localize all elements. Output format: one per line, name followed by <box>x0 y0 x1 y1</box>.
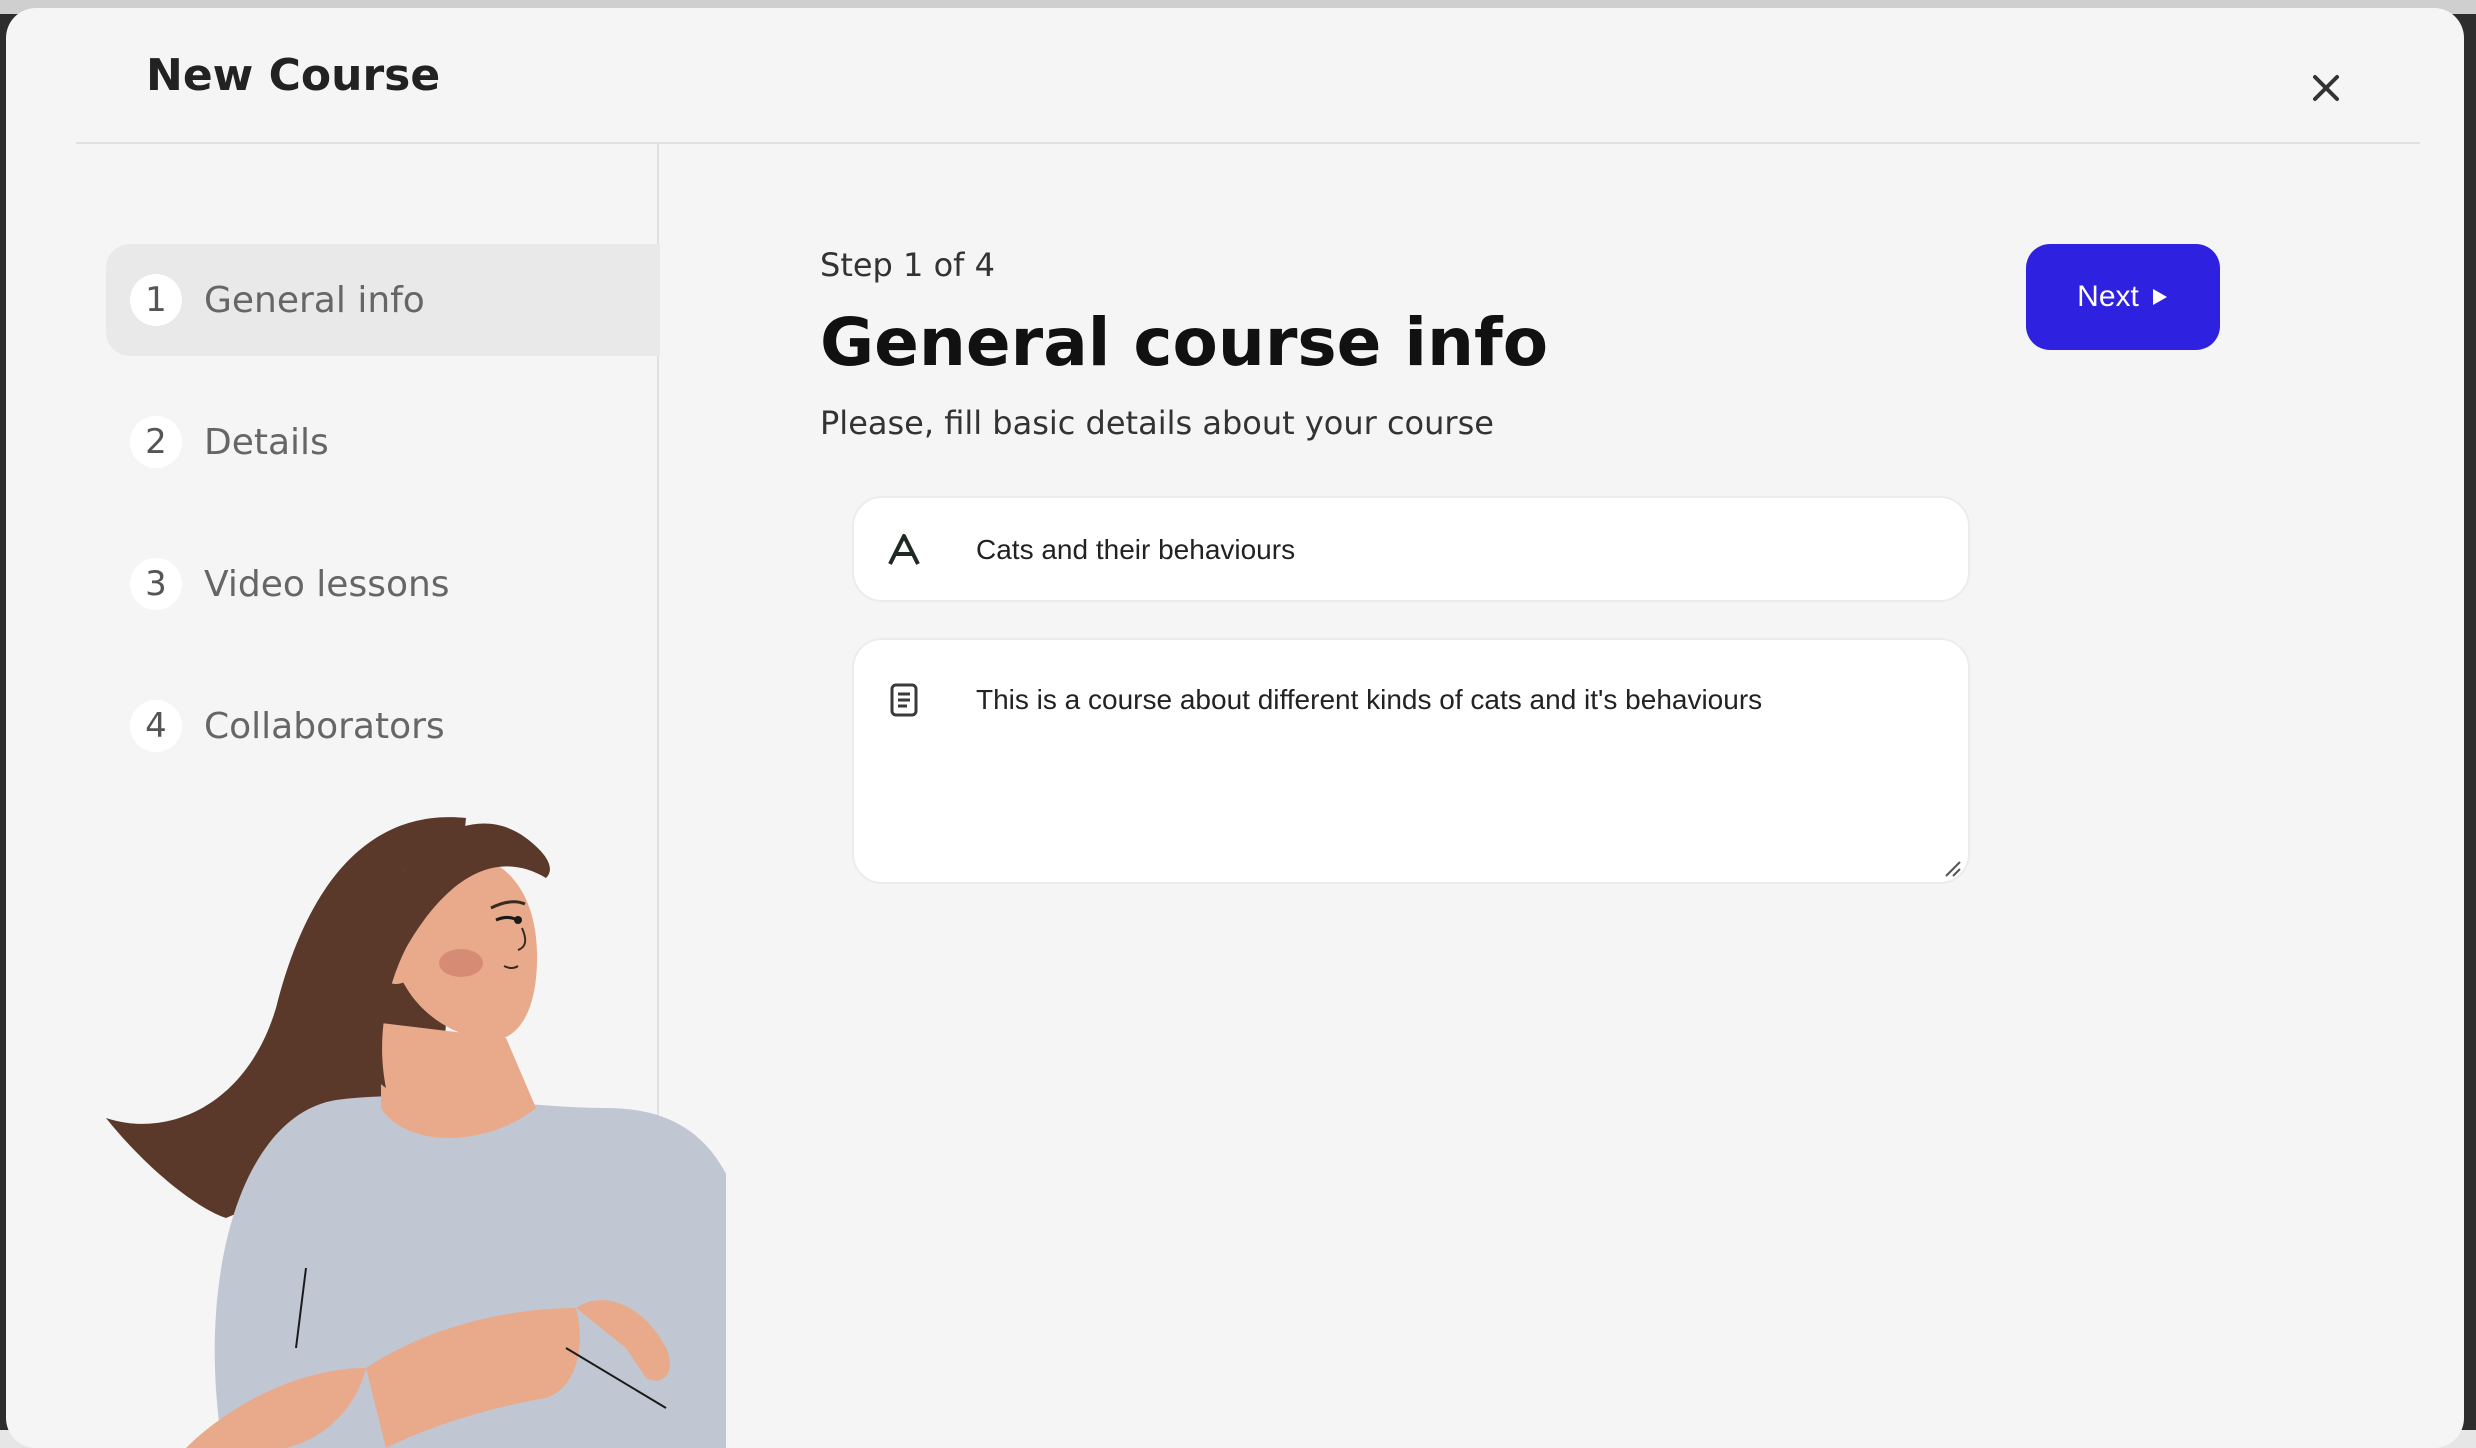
step-counter: Step 1 of 4 <box>820 246 995 284</box>
resize-handle-icon[interactable] <box>1942 858 1962 878</box>
next-button[interactable]: Next <box>2026 244 2220 350</box>
step-item-video-lessons[interactable]: 3 Video lessons <box>106 528 660 640</box>
step-label: General info <box>204 279 425 321</box>
woman-illustration <box>106 817 726 1448</box>
close-button[interactable] <box>2296 58 2356 118</box>
header-divider <box>76 142 2420 144</box>
page-subtitle: Please, fill basic details about your co… <box>820 404 1494 442</box>
step-item-details[interactable]: 2 Details <box>106 386 660 498</box>
play-icon <box>2152 289 2167 305</box>
document-icon <box>884 680 924 720</box>
step-number: 3 <box>130 558 182 610</box>
course-description-value: This is a course about different kinds o… <box>976 684 1763 715</box>
step-number: 2 <box>130 416 182 468</box>
next-button-label: Next <box>2077 280 2139 313</box>
step-label: Details <box>204 421 329 463</box>
course-description-textarea[interactable]: This is a course about different kinds o… <box>852 638 1970 884</box>
text-icon <box>884 530 924 570</box>
step-item-general-info[interactable]: 1 General info <box>106 244 660 356</box>
close-icon <box>2313 75 2339 101</box>
page-title: General course info <box>820 304 1549 381</box>
step-number: 4 <box>130 700 182 752</box>
modal-title: New Course <box>146 50 441 101</box>
course-title-input[interactable]: Cats and their behaviours <box>852 496 1970 602</box>
course-title-value: Cats and their behaviours <box>976 534 1296 565</box>
step-number: 1 <box>130 274 182 326</box>
new-course-modal: New Course 1 General info 2 Details 3 Vi… <box>6 8 2464 1448</box>
step-label: Video lessons <box>204 563 450 605</box>
step-label: Collaborators <box>204 705 445 747</box>
step-item-collaborators[interactable]: 4 Collaborators <box>106 670 660 782</box>
